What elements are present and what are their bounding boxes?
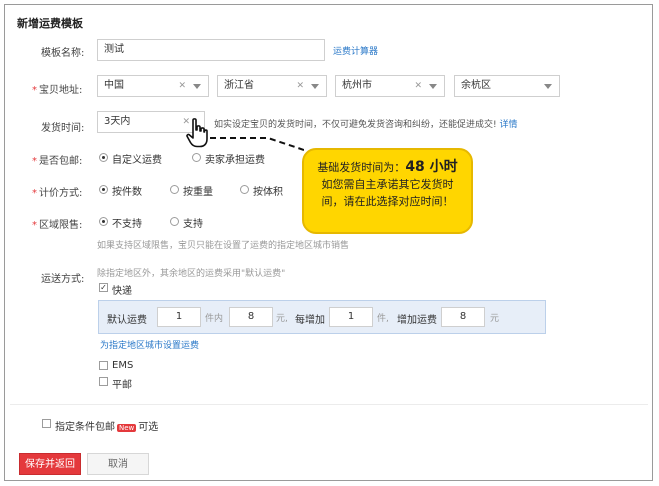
by-weight-label: 按重量 (183, 187, 213, 198)
radio-seller-pays[interactable] (192, 153, 201, 162)
by-volume-label: 按体积 (253, 187, 283, 198)
callout-connector (210, 137, 304, 151)
radio-by-weight[interactable] (170, 185, 179, 194)
clear-icon[interactable]: ✕ (296, 76, 304, 96)
unit-yuan2-label: 元 (490, 314, 500, 324)
city-value: 杭州市 (342, 80, 372, 91)
hand-cursor-icon (186, 118, 208, 148)
callout-line2: 如您需自主承诺其它发货时 (321, 178, 454, 191)
unit-yuan-label: 元, (276, 314, 288, 324)
divider (10, 404, 648, 405)
callout-line3: 间，请在此选择对应时间！ (321, 195, 454, 208)
unit-item-label: 件, (377, 314, 389, 324)
clear-icon[interactable]: ✕ (414, 76, 422, 96)
ship-time-detail-link[interactable]: 详情 (500, 120, 518, 130)
add-fee-label: 增加运费 (397, 315, 437, 326)
clear-icon[interactable]: ✕ (178, 76, 186, 96)
first-count-input[interactable]: 1 (157, 307, 201, 327)
radio-custom-fee[interactable] (99, 153, 108, 162)
chevron-down-icon (193, 84, 201, 89)
save-return-button[interactable]: 保存并返回 (19, 453, 81, 475)
district-select[interactable]: 余杭区 (454, 75, 560, 97)
cancel-button[interactable]: 取消 (87, 453, 149, 475)
district-value: 余杭区 (461, 80, 491, 91)
country-select[interactable]: 中国 ✕ (97, 75, 209, 97)
express-checkbox[interactable]: ✓ (99, 283, 108, 292)
radio-region-no[interactable] (99, 217, 108, 226)
ems-label: EMS (112, 360, 134, 371)
add-fee-input[interactable]: 8 (441, 307, 485, 327)
location-label: * 宝贝地址: (32, 85, 83, 96)
radio-by-volume[interactable] (240, 185, 249, 194)
city-select[interactable]: 杭州市 ✕ (335, 75, 445, 97)
radio-region-yes[interactable] (170, 217, 179, 226)
free-shipping-label: * 是否包邮: (32, 156, 83, 167)
template-name-label: 模板名称: (41, 48, 85, 59)
ship-time-label: 发货时间: (41, 123, 85, 134)
first-fee-input[interactable]: 8 (229, 307, 273, 327)
shipping-calculator-link[interactable]: 运费计算器 (333, 44, 378, 57)
default-fee-label: 默认运费 (107, 315, 147, 326)
unit-items-label: 件内 (205, 314, 224, 324)
shipping-method-hint: 除指定地区外，其余地区的运费采用"默认运费" (97, 269, 286, 279)
ems-checkbox[interactable] (99, 361, 108, 370)
default-fee-bar: 默认运费 1 件内 8 元, 每增加 1 件, 增加运费 8 元 (98, 300, 546, 334)
surface-mail-label: 平邮 (112, 380, 132, 391)
chevron-down-icon (544, 84, 552, 89)
template-name-input[interactable]: 测试 (97, 39, 325, 61)
region-limit-hint: 如果支持区域限售，宝贝只能在设置了运费的指定地区城市销售 (97, 241, 350, 251)
surface-mail-checkbox[interactable] (99, 377, 108, 386)
conditional-free-checkbox[interactable] (42, 419, 51, 428)
each-add-label: 每增加 (295, 315, 325, 326)
pricing-label: * 计价方式: (32, 188, 83, 199)
province-value: 浙江省 (224, 80, 254, 91)
express-label: 快递 (112, 286, 132, 297)
seller-pays-label: 卖家承担运费 (205, 155, 265, 166)
radio-by-count[interactable] (99, 185, 108, 194)
chevron-down-icon (429, 84, 437, 89)
page-title: 新增运费模板 (17, 17, 83, 30)
by-count-label: 按件数 (112, 187, 142, 198)
callout-line1: 基础发货时间为：48 小时 (317, 159, 458, 175)
shipping-method-label: 运送方式: (41, 274, 85, 285)
set-region-fee-link[interactable]: 为指定地区城市设置运费 (100, 338, 199, 351)
add-count-input[interactable]: 1 (329, 307, 373, 327)
ship-time-value: 3天内 (104, 116, 131, 127)
ship-time-callout: 基础发货时间为：48 小时 如您需自主承诺其它发货时 间，请在此选择对应时间！ (302, 148, 473, 234)
region-yes-label: 支持 (183, 219, 203, 230)
conditional-free-label: 指定条件包邮 New 可选 (55, 422, 159, 433)
chevron-down-icon (311, 84, 319, 89)
region-limit-label: * 区域限售: (32, 220, 83, 231)
region-no-label: 不支持 (112, 219, 142, 230)
country-value: 中国 (104, 80, 124, 91)
province-select[interactable]: 浙江省 ✕ (217, 75, 327, 97)
custom-fee-label: 自定义运费 (112, 155, 162, 166)
new-badge: New (117, 424, 137, 432)
